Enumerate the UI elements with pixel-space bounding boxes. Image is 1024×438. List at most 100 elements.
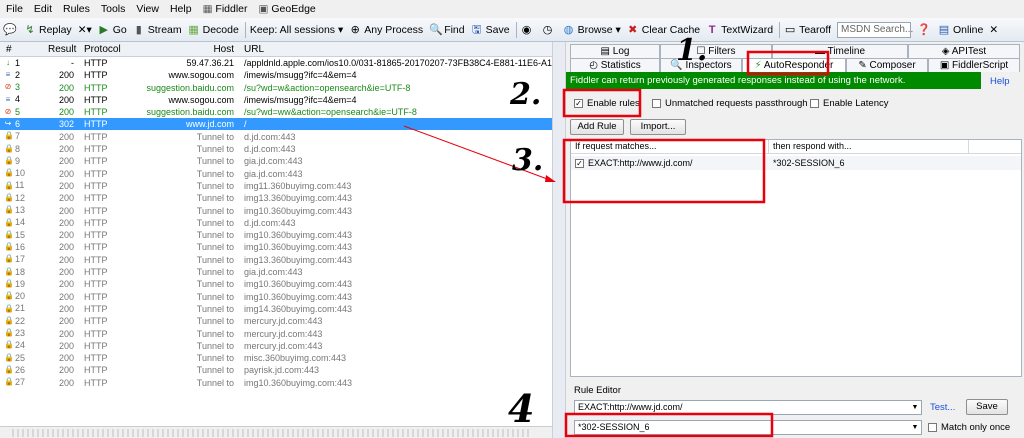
- rule-row[interactable]: ✓ EXACT:http://www.jd.com/ *302-SESSION_6: [571, 156, 1021, 170]
- help-link[interactable]: Help: [990, 76, 1010, 87]
- chevron-down-icon[interactable]: ▼: [909, 401, 921, 414]
- test-link[interactable]: Test...: [930, 402, 955, 413]
- chevron-down-icon[interactable]: ▼: [909, 421, 921, 434]
- keep-sessions-dropdown[interactable]: Keep: All sessions ▾: [250, 24, 343, 36]
- tab-composer[interactable]: ✎ Composer: [846, 58, 928, 72]
- tab-autoresponder[interactable]: ⚡ AutoResponder: [742, 58, 846, 72]
- close-toolbar-button[interactable]: ✕: [989, 24, 998, 36]
- menu-tools[interactable]: Tools: [101, 3, 126, 15]
- tab-fiddlerscript[interactable]: ▣ FiddlerScript: [928, 58, 1020, 72]
- help-button[interactable]: ❓: [917, 24, 932, 36]
- table-row[interactable]: 🔒 27 200 HTTP Tunnel to img10.360buyimg.com:4…: [0, 377, 552, 390]
- table-row[interactable]: 🔒 10 200 HTTP Tunnel to gia.jd.com:443: [0, 168, 552, 180]
- col-host[interactable]: Host: [132, 44, 238, 55]
- menu-bar: File Edit Rules Tools View Help ▦ Fiddle…: [0, 0, 1024, 18]
- col-respond-with[interactable]: then respond with...: [769, 140, 969, 153]
- table-row[interactable]: 🔒 24 200 HTTP Tunnel to mercury.jd.com:443: [0, 340, 552, 353]
- toolbar: 💬 ↯ Replay ✕▾ ▶ Go ▮ Stream ▦ Decode Keep: A…: [0, 18, 1024, 42]
- tab-composer-label: Composer: [869, 60, 916, 71]
- col-url[interactable]: URL: [238, 44, 552, 55]
- table-row[interactable]: 🔒 25 200 HTTP Tunnel to misc.360buyimg.com:44…: [0, 352, 552, 365]
- enable-rules-checkbox[interactable]: ✓ Enable rules: [574, 98, 640, 109]
- table-row[interactable]: ⊘ 3 200 HTTP suggestion.baidu.com/su?wd=w&ac…: [0, 82, 552, 94]
- table-row[interactable]: 🔒 26 200 HTTP Tunnel to payrisk.jd.com:443: [0, 364, 552, 377]
- table-row[interactable]: 🔒 21 200 HTTP Tunnel to img14.360buyimg.com:4…: [0, 303, 552, 316]
- replay-button[interactable]: ↯ Replay: [24, 24, 71, 36]
- menu-rules[interactable]: Rules: [63, 3, 90, 15]
- cell-host: www.sogou.com: [168, 70, 234, 81]
- stream-button[interactable]: ▮ Stream: [133, 24, 182, 36]
- col-protocol[interactable]: Protocol: [76, 44, 132, 55]
- textwizard-button[interactable]: T TextWizard: [706, 24, 773, 36]
- menu-geoedge[interactable]: ▣ GeoEdge: [259, 3, 316, 15]
- save-label: Save: [485, 23, 510, 36]
- match-only-once-checkbox[interactable]: Match only once: [928, 422, 1010, 433]
- table-row[interactable]: 🔒 7 200 HTTP Tunnel to d.jd.com:443: [0, 131, 552, 144]
- table-row[interactable]: 🔒 13 200 HTTP Tunnel to img10.360buyimg.com:4…: [0, 205, 552, 217]
- browse-button[interactable]: ◍ Browse ▾: [563, 24, 621, 36]
- table-row[interactable]: 🔒 20 200 HTTP Tunnel to img10.360buyimg.com:4…: [0, 291, 552, 303]
- add-rule-button[interactable]: Add Rule: [570, 119, 624, 135]
- menu-file[interactable]: File: [6, 3, 23, 15]
- horizontal-scrollbar[interactable]: [0, 426, 552, 438]
- table-row[interactable]: 🔒 19 200 HTTP Tunnel to img10.360buyimg.com:4…: [0, 278, 552, 291]
- table-row[interactable]: 🔒 22 200 HTTP Tunnel to mercury.jd.com:443: [0, 315, 552, 328]
- cell-number: 🔒 12: [0, 192, 42, 203]
- cell-host: Tunnel to: [196, 316, 234, 327]
- decode-button[interactable]: ▦ Decode: [188, 24, 238, 36]
- save-rule-button[interactable]: Save: [966, 399, 1008, 415]
- any-process-button[interactable]: ⊕ Any Process: [349, 24, 424, 36]
- table-row[interactable]: ↓ 1- HTTP 59.47.36.21/appldnld.apple.com/io…: [0, 57, 552, 70]
- cell-protocol: HTTP: [84, 230, 108, 241]
- table-row[interactable]: 🔒 12 200 HTTP Tunnel to img13.360buyimg.com:4…: [0, 192, 552, 205]
- cell-number-text: 6: [15, 118, 21, 129]
- cell-number-text: 17: [15, 254, 26, 265]
- table-row[interactable]: 🔒 16 200 HTTP Tunnel to img10.360buyimg.com:4…: [0, 241, 552, 254]
- tab-apitest[interactable]: ◈ APITest: [908, 44, 1020, 58]
- tab-log-label: Log: [612, 46, 630, 57]
- online-indicator[interactable]: ▤ Online: [938, 24, 984, 36]
- check-icon[interactable]: ✓: [575, 159, 584, 169]
- menu-view[interactable]: View: [136, 3, 159, 15]
- enable-latency-checkbox[interactable]: Enable Latency: [810, 98, 889, 109]
- remove-button[interactable]: ✕▾: [78, 24, 92, 36]
- menu-fiddler[interactable]: ▦ Fiddler: [203, 3, 248, 15]
- unmatched-passthrough-checkbox[interactable]: Unmatched requests passthrough: [652, 98, 808, 109]
- table-row[interactable]: 🔒 9 200 HTTP Tunnel to gia.jd.com:443: [0, 155, 552, 168]
- table-row[interactable]: 🔒 11 200 HTTP Tunnel to img11.360buyimg.com:4…: [0, 180, 552, 193]
- save-button[interactable]: 🖫 Save: [471, 24, 510, 36]
- table-row[interactable]: ≡ 2 200 HTTP www.sogou.com/imewis/msugg?ifc=…: [0, 69, 552, 82]
- table-row[interactable]: ≡ 4 200 HTTP www.sogou.com/imewis/msugg?ifc=…: [0, 94, 552, 107]
- tab-statistics[interactable]: ◴ Statistics: [570, 58, 660, 72]
- col-result[interactable]: Result: [42, 44, 76, 55]
- table-row[interactable]: ↪ 6 302 HTTP www.jd.com /: [0, 118, 552, 131]
- menu-edit[interactable]: Edit: [34, 3, 52, 15]
- screenshot-button[interactable]: ◉: [521, 24, 536, 36]
- comment-button[interactable]: 💬: [3, 24, 18, 36]
- scrollbar-thumb[interactable]: [12, 429, 532, 437]
- table-row[interactable]: 🔒 14 200 HTTP Tunnel to d.jd.com:443: [0, 217, 552, 230]
- tab-log[interactable]: ▤ Log: [570, 44, 660, 58]
- tearoff-button[interactable]: ▭ Tearoff: [784, 24, 831, 36]
- table-row[interactable]: 🔒 15 200 HTTP Tunnel to img10.360buyimg.com:4…: [0, 229, 552, 242]
- rule-match-combo[interactable]: EXACT:http://www.jd.com/ ▼: [574, 400, 922, 415]
- table-row[interactable]: 🔒 18 200 HTTP Tunnel to gia.jd.com:443: [0, 266, 552, 279]
- col-number[interactable]: #: [0, 44, 42, 55]
- go-button[interactable]: ▶ Go: [98, 24, 127, 36]
- toolbar-separator: [515, 21, 517, 38]
- rule-respond-combo[interactable]: *302-SESSION_6 ▼: [574, 420, 922, 435]
- msdn-search-input[interactable]: MSDN Search...: [837, 21, 913, 38]
- cell-host: Tunnel to: [196, 217, 234, 228]
- table-row[interactable]: ⊘ 5 200 HTTP suggestion.baidu.com/su?wd=ww&a…: [0, 106, 552, 119]
- find-button[interactable]: 🔍 Find: [429, 24, 464, 36]
- import-button[interactable]: Import...: [630, 119, 686, 135]
- timer-button[interactable]: ◷: [542, 24, 557, 36]
- menu-help[interactable]: Help: [170, 3, 192, 15]
- tab-timeline[interactable]: ▬ Timeline: [772, 44, 908, 58]
- col-request-matches[interactable]: If request matches...: [571, 140, 769, 153]
- table-row[interactable]: 🔒 17 200 HTTP Tunnel to img13.360buyimg.com:4…: [0, 254, 552, 267]
- pane-splitter[interactable]: [552, 42, 566, 438]
- table-row[interactable]: 🔒 8 200 HTTP Tunnel to d.jd.com:443: [0, 143, 552, 156]
- cell-protocol: HTTP: [84, 94, 108, 105]
- table-row[interactable]: 🔒 23 200 HTTP Tunnel to mercury.jd.com:443: [0, 328, 552, 340]
